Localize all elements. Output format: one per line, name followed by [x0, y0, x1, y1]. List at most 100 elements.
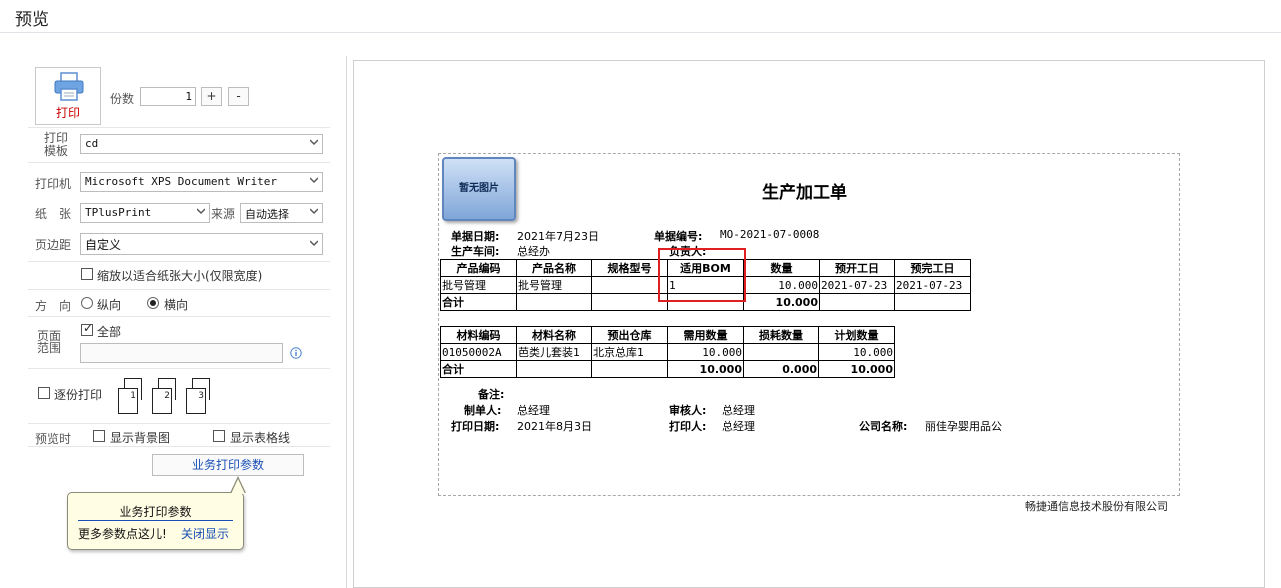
- margin-select-value: 自定义: [85, 238, 122, 252]
- table-row: 01050002A 芭类儿套装1 北京总库1 10.000 10.000: [440, 343, 895, 361]
- portrait-radio[interactable]: [81, 297, 93, 309]
- table-cell: 批号管理: [516, 276, 592, 294]
- tooltip-close-link[interactable]: 关闭显示: [181, 525, 229, 542]
- title-bar: 预览: [0, 0, 1281, 33]
- tooltip-body: 更多参数点这儿!: [78, 527, 167, 541]
- table-cell: 2021-07-23: [894, 276, 971, 294]
- highlight-box: [658, 248, 746, 302]
- show-gridlines-checkbox[interactable]: [213, 430, 225, 442]
- table-cell: 10.000: [667, 343, 744, 361]
- no-image-placeholder: 暂无图片: [442, 157, 516, 221]
- table-header-cell: 预开工日: [819, 259, 895, 277]
- table-cell: [894, 293, 971, 311]
- fit-width-label: 缩放以适合纸张大小(仅限宽度): [97, 269, 263, 283]
- date-value: 2021年7月23日: [517, 230, 599, 243]
- table-header-cell: 预完工日: [894, 259, 971, 277]
- copies-input[interactable]: 1: [140, 87, 196, 106]
- table-cell: [591, 293, 668, 311]
- business-print-params-button[interactable]: 业务打印参数: [152, 454, 304, 476]
- orientation-label: 方 向: [35, 299, 72, 313]
- table-header-cell: 产品名称: [516, 259, 592, 277]
- template-select[interactable]: cd: [80, 134, 323, 154]
- printer-icon: [54, 72, 84, 101]
- printer-label: 打印机: [35, 177, 72, 191]
- chevron-down-icon: [197, 208, 205, 214]
- source-label: 来源: [211, 207, 236, 221]
- print-date-value: 2021年8月3日: [517, 420, 592, 433]
- auditor-label: 审核人:: [669, 404, 707, 417]
- workshop-value: 总经办: [517, 245, 550, 258]
- divider: [28, 162, 330, 163]
- doc-code-label: 单据编号:: [654, 230, 703, 243]
- chevron-down-icon: [310, 177, 318, 183]
- chevron-down-icon: [310, 240, 318, 246]
- window-title: 预览: [15, 10, 49, 30]
- copies-label: 份数: [110, 92, 135, 106]
- table-cell: 合计: [440, 360, 517, 378]
- table-header-cell: 材料名称: [516, 326, 592, 344]
- maker-value: 总经理: [517, 404, 550, 417]
- auditor-value: 总经理: [722, 404, 755, 417]
- footer-company: 畅捷通信息技术股份有限公司: [1025, 500, 1168, 513]
- table-cell: 01050002A: [440, 343, 517, 361]
- all-pages-checkbox[interactable]: [81, 321, 93, 336]
- material-table: 材料编码 材料名称 预出仓库 需用数量 损耗数量 计划数量 01050002A …: [440, 326, 895, 378]
- table-cell: [591, 276, 668, 294]
- paper-label: 纸 张: [35, 207, 72, 221]
- source-select[interactable]: 自动选择: [240, 203, 323, 223]
- company-name-label: 公司名称:: [859, 420, 908, 433]
- maker-label: 制单人:: [464, 404, 502, 417]
- printer-person-value: 总经理: [722, 420, 755, 433]
- paper-select-value: TPlusPrint: [85, 206, 152, 219]
- table-header-cell: 产品编码: [440, 259, 517, 277]
- divider: [28, 289, 330, 290]
- printer-select[interactable]: Microsoft XPS Document Writer: [80, 172, 323, 192]
- table-cell: 10.000: [818, 343, 895, 361]
- show-background-label: 显示背景图: [110, 431, 171, 445]
- tooltip: 业务打印参数 更多参数点这儿! 关闭显示: [67, 492, 244, 550]
- table-header-row: 材料编码 材料名称 预出仓库 需用数量 损耗数量 计划数量: [440, 326, 895, 344]
- table-header-cell: 预出仓库: [591, 326, 668, 344]
- template-label-2: 模板: [44, 144, 69, 158]
- margin-select[interactable]: 自定义: [80, 233, 323, 255]
- divider: [28, 261, 330, 262]
- landscape-label: 横向: [164, 298, 189, 312]
- printable-area: [438, 153, 1180, 496]
- table-cell: 10.000: [743, 276, 820, 294]
- portrait-label: 纵向: [97, 298, 122, 312]
- show-gridlines-label: 显示表格线: [230, 431, 291, 445]
- copies-increment-button[interactable]: +: [201, 87, 222, 106]
- copies-decrement-button[interactable]: -: [228, 87, 249, 106]
- panel-divider: [346, 56, 347, 588]
- page-range-input[interactable]: [80, 343, 283, 363]
- print-button[interactable]: 打印: [35, 67, 101, 125]
- table-cell: 芭类儿套装1: [516, 343, 592, 361]
- table-cell: 批号管理: [440, 276, 517, 294]
- table-cell: 合计: [440, 293, 517, 311]
- table-total-row: 合计 10.000 0.000 10.000: [440, 360, 895, 378]
- table-cell: 10.000: [818, 360, 895, 378]
- landscape-radio[interactable]: [147, 297, 159, 309]
- workshop-label: 生产车间:: [451, 245, 500, 258]
- preview-options-label: 预览时: [35, 432, 72, 446]
- divider: [28, 368, 330, 369]
- paper-select[interactable]: TPlusPrint: [80, 203, 210, 223]
- all-pages-label: 全部: [97, 325, 122, 339]
- divider: [28, 127, 330, 128]
- table-header-cell: 规格型号: [591, 259, 668, 277]
- fit-width-checkbox[interactable]: [81, 268, 93, 280]
- table-header-cell: 需用数量: [667, 326, 744, 344]
- collate-label: 逐份打印: [54, 388, 103, 402]
- collate-checkbox[interactable]: [38, 387, 50, 399]
- print-date-label: 打印日期:: [451, 420, 500, 433]
- source-select-value: 自动选择: [245, 208, 289, 221]
- table-cell: 北京总库1: [591, 343, 668, 361]
- divider: [28, 446, 330, 447]
- tooltip-tail-fill: [231, 479, 245, 494]
- table-cell: [591, 360, 668, 378]
- show-background-checkbox[interactable]: [93, 430, 105, 442]
- info-icon[interactable]: [290, 347, 302, 359]
- table-header-cell: 损耗数量: [743, 326, 819, 344]
- company-name-value: 丽佳孕婴用品公: [925, 420, 1002, 433]
- remark-label: 备注:: [478, 388, 505, 401]
